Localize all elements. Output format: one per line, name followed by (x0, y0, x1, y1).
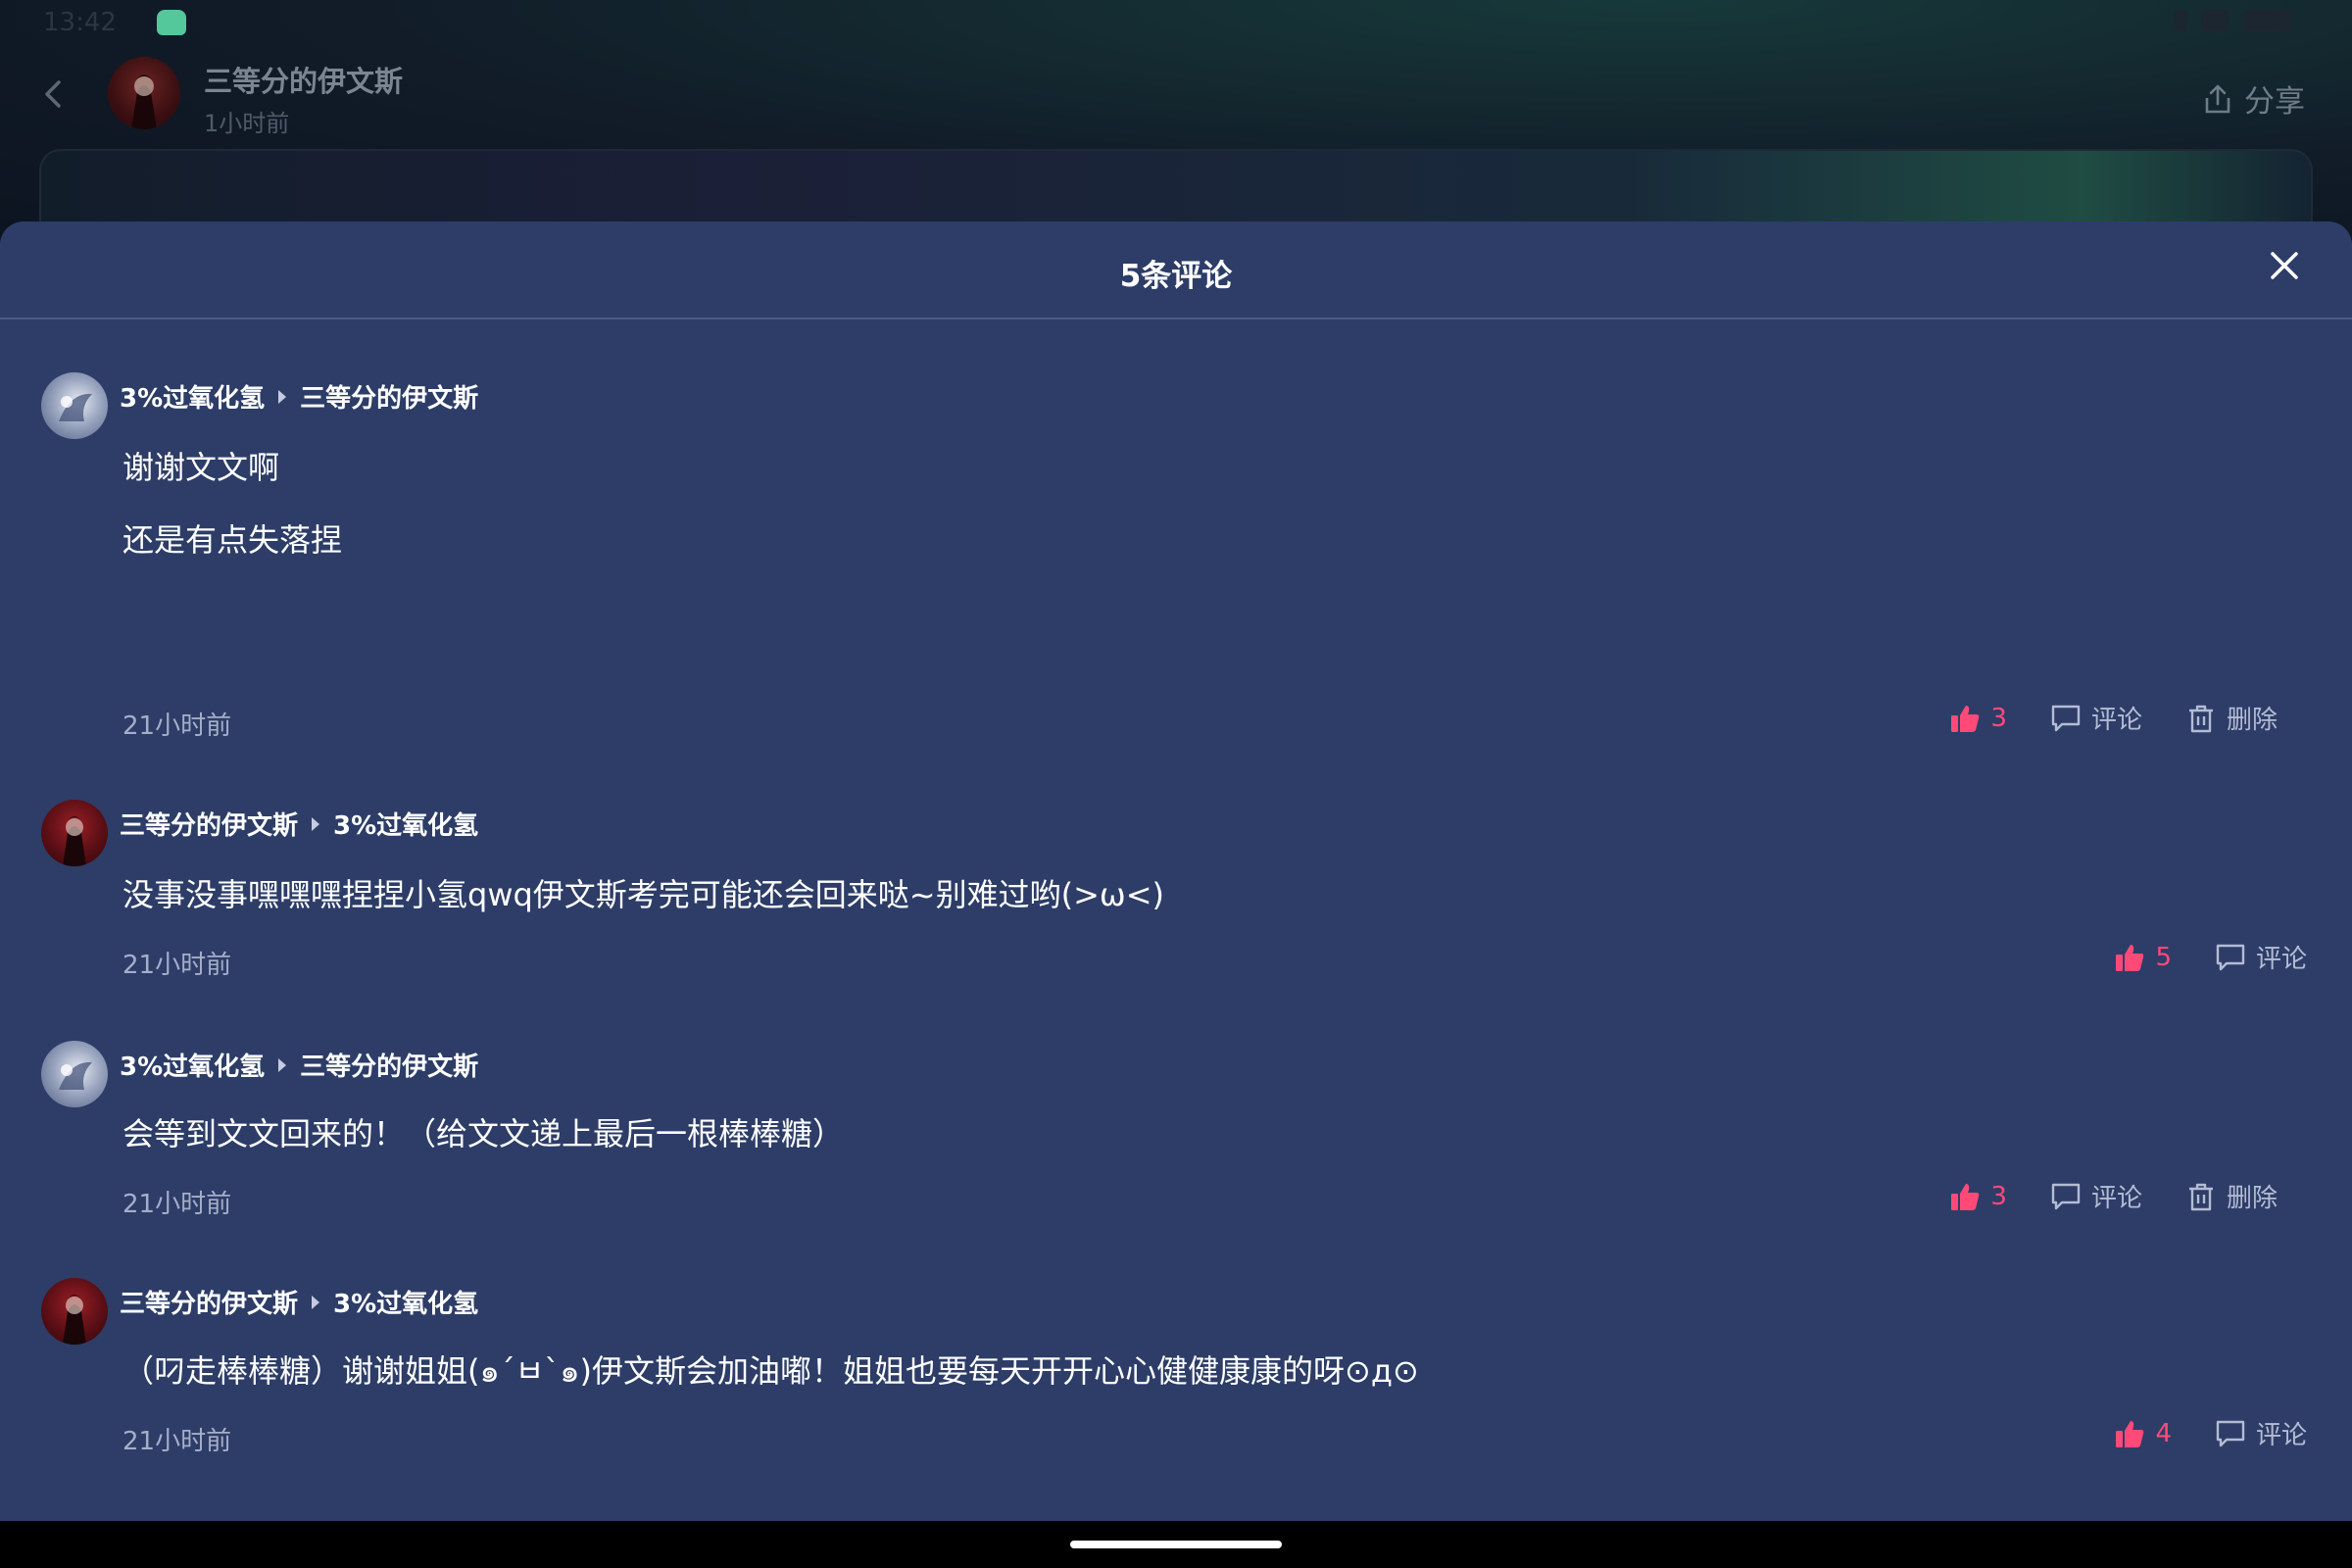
home-indicator[interactable] (1070, 1541, 1282, 1548)
like-button[interactable]: 3 (1949, 1181, 2007, 1212)
wifi-icon (2201, 10, 2229, 31)
reply-to-name[interactable]: 3%过氧化氢 (333, 806, 478, 842)
sheet-header: 5条评论 (0, 221, 2352, 319)
share-button[interactable]: 分享 (2201, 76, 2305, 121)
comment-item: 3%过氧化氢 三等分的伊文斯 会等到文文回来的！（给文文递上最后一根棒棒糖） 2… (0, 1041, 2352, 1256)
comment-actions: 3 评论 删除 (1906, 1178, 2278, 1214)
thumbs-up-icon (2116, 944, 2144, 971)
reply-arrow-icon (312, 1295, 320, 1309)
reply-arrow-icon (312, 816, 320, 831)
comment-text: 谢谢文文啊 (122, 449, 280, 486)
comment-names: 三等分的伊文斯 3%过氧化氢 (120, 806, 478, 842)
comment-author[interactable]: 3%过氧化氢 (120, 378, 265, 415)
comment-names: 三等分的伊文斯 3%过氧化氢 (120, 1284, 478, 1320)
post-time: 1小时前 (204, 110, 290, 137)
comment-item: 三等分的伊文斯 3%过氧化氢 （叼走棒棒糖）谢谢姐姐(๑´ㅂ`๑)伊文斯会加油嘟… (0, 1278, 2352, 1494)
trash-icon (2188, 705, 2213, 732)
avatar[interactable] (41, 1278, 108, 1345)
like-count: 3 (1990, 1181, 2007, 1211)
comment-author[interactable]: 三等分的伊文斯 (120, 1284, 298, 1320)
bluetooth-icon (2174, 10, 2187, 31)
comment-text: 没事没事嘿嘿嘿捏捏小氢qwq伊文斯考完可能还会回来哒~别难过哟(>ω<) (122, 876, 1165, 913)
author-avatar[interactable] (108, 57, 180, 129)
comment-time: 21小时前 (122, 951, 232, 980)
delete-label: 删除 (2226, 706, 2278, 735)
reply-to-name[interactable]: 3%过氧化氢 (333, 1284, 478, 1320)
avatar[interactable] (41, 1041, 108, 1107)
status-bar: 13:42 (0, 0, 2352, 47)
like-button[interactable]: 5 (2114, 942, 2172, 973)
comment-bubble-icon (2216, 944, 2245, 970)
reply-label: 评论 (2090, 1184, 2142, 1213)
like-count: 3 (1990, 703, 2007, 733)
thumbs-up-icon (2116, 1420, 2144, 1447)
like-count: 4 (2155, 1418, 2172, 1448)
comment-bubble-icon (2051, 1183, 2081, 1209)
battery-icon (2242, 10, 2293, 31)
reply-to-name[interactable]: 三等分的伊文斯 (300, 378, 478, 415)
comment-item: 3%过氧化氢 三等分的伊文斯 谢谢文文啊 还是有点失落捏 21小时前 3 评论 … (0, 368, 2352, 780)
share-label: 分享 (2244, 84, 2305, 120)
avatar[interactable] (41, 800, 108, 866)
comment-bubble-icon (2051, 705, 2081, 731)
status-icons (2174, 10, 2293, 31)
comment-bubble-icon (2216, 1420, 2245, 1446)
comment-names: 3%过氧化氢 三等分的伊文斯 (120, 378, 478, 415)
reply-label: 评论 (2255, 945, 2307, 974)
reply-label: 评论 (2090, 706, 2142, 735)
reply-button[interactable]: 评论 (2215, 1415, 2307, 1451)
avatar[interactable] (41, 372, 108, 439)
comment-time: 21小时前 (122, 1190, 232, 1219)
author-name[interactable]: 三等分的伊文斯 (204, 59, 403, 100)
comment-actions: 4 评论 (2071, 1415, 2307, 1451)
comment-actions: 3 评论 删除 (1906, 700, 2278, 736)
sheet-title: 5条评论 (1119, 259, 1233, 294)
reply-button[interactable]: 评论 (2050, 700, 2142, 736)
comment-item: 三等分的伊文斯 3%过氧化氢 没事没事嘿嘿嘿捏捏小氢qwq伊文斯考完可能还会回来… (0, 800, 2352, 1015)
comments-sheet: 5条评论 3%过氧化氢 三等分的伊文斯 谢谢文文啊 还是有点失落捏 21小时前 … (0, 221, 2352, 1521)
thumbs-up-icon (1951, 1183, 1980, 1210)
system-nav-bar (0, 1521, 2352, 1568)
reply-button[interactable]: 评论 (2050, 1178, 2142, 1214)
status-time: 13:42 (43, 8, 117, 37)
comment-author[interactable]: 3%过氧化氢 (120, 1047, 265, 1083)
comment-author[interactable]: 三等分的伊文斯 (120, 806, 298, 842)
trash-icon (2188, 1183, 2213, 1210)
thumbs-up-icon (1951, 705, 1980, 732)
back-arrow-icon[interactable] (35, 76, 71, 112)
comment-text: （叼走棒棒糖）谢谢姐姐(๑´ㅂ`๑)伊文斯会加油嘟！姐姐也要每天开开心心健健康康… (122, 1352, 1419, 1390)
like-button[interactable]: 4 (2114, 1418, 2172, 1449)
like-count: 5 (2155, 942, 2172, 972)
reply-to-name[interactable]: 三等分的伊文斯 (300, 1047, 478, 1083)
delete-button[interactable]: 删除 (2185, 1178, 2278, 1214)
comment-text: 还是有点失落捏 (122, 521, 343, 559)
comment-time: 21小时前 (122, 711, 232, 741)
reply-label: 评论 (2255, 1421, 2307, 1450)
reply-arrow-icon (278, 1057, 287, 1072)
like-button[interactable]: 3 (1949, 703, 2007, 734)
delete-label: 删除 (2226, 1184, 2278, 1213)
comment-time: 21小时前 (122, 1427, 232, 1456)
app-robot-icon (157, 10, 186, 35)
post-header: 三等分的伊文斯 1小时前 分享 (0, 47, 2352, 145)
delete-button[interactable]: 删除 (2185, 700, 2278, 736)
comment-names: 3%过氧化氢 三等分的伊文斯 (120, 1047, 478, 1083)
comment-actions: 5 评论 (2071, 939, 2307, 975)
comment-text: 会等到文文回来的！（给文文递上最后一根棒棒糖） (122, 1115, 845, 1152)
share-icon (2205, 84, 2230, 113)
reply-button[interactable]: 评论 (2215, 939, 2307, 975)
close-icon[interactable] (2266, 247, 2303, 284)
reply-arrow-icon (278, 389, 287, 404)
